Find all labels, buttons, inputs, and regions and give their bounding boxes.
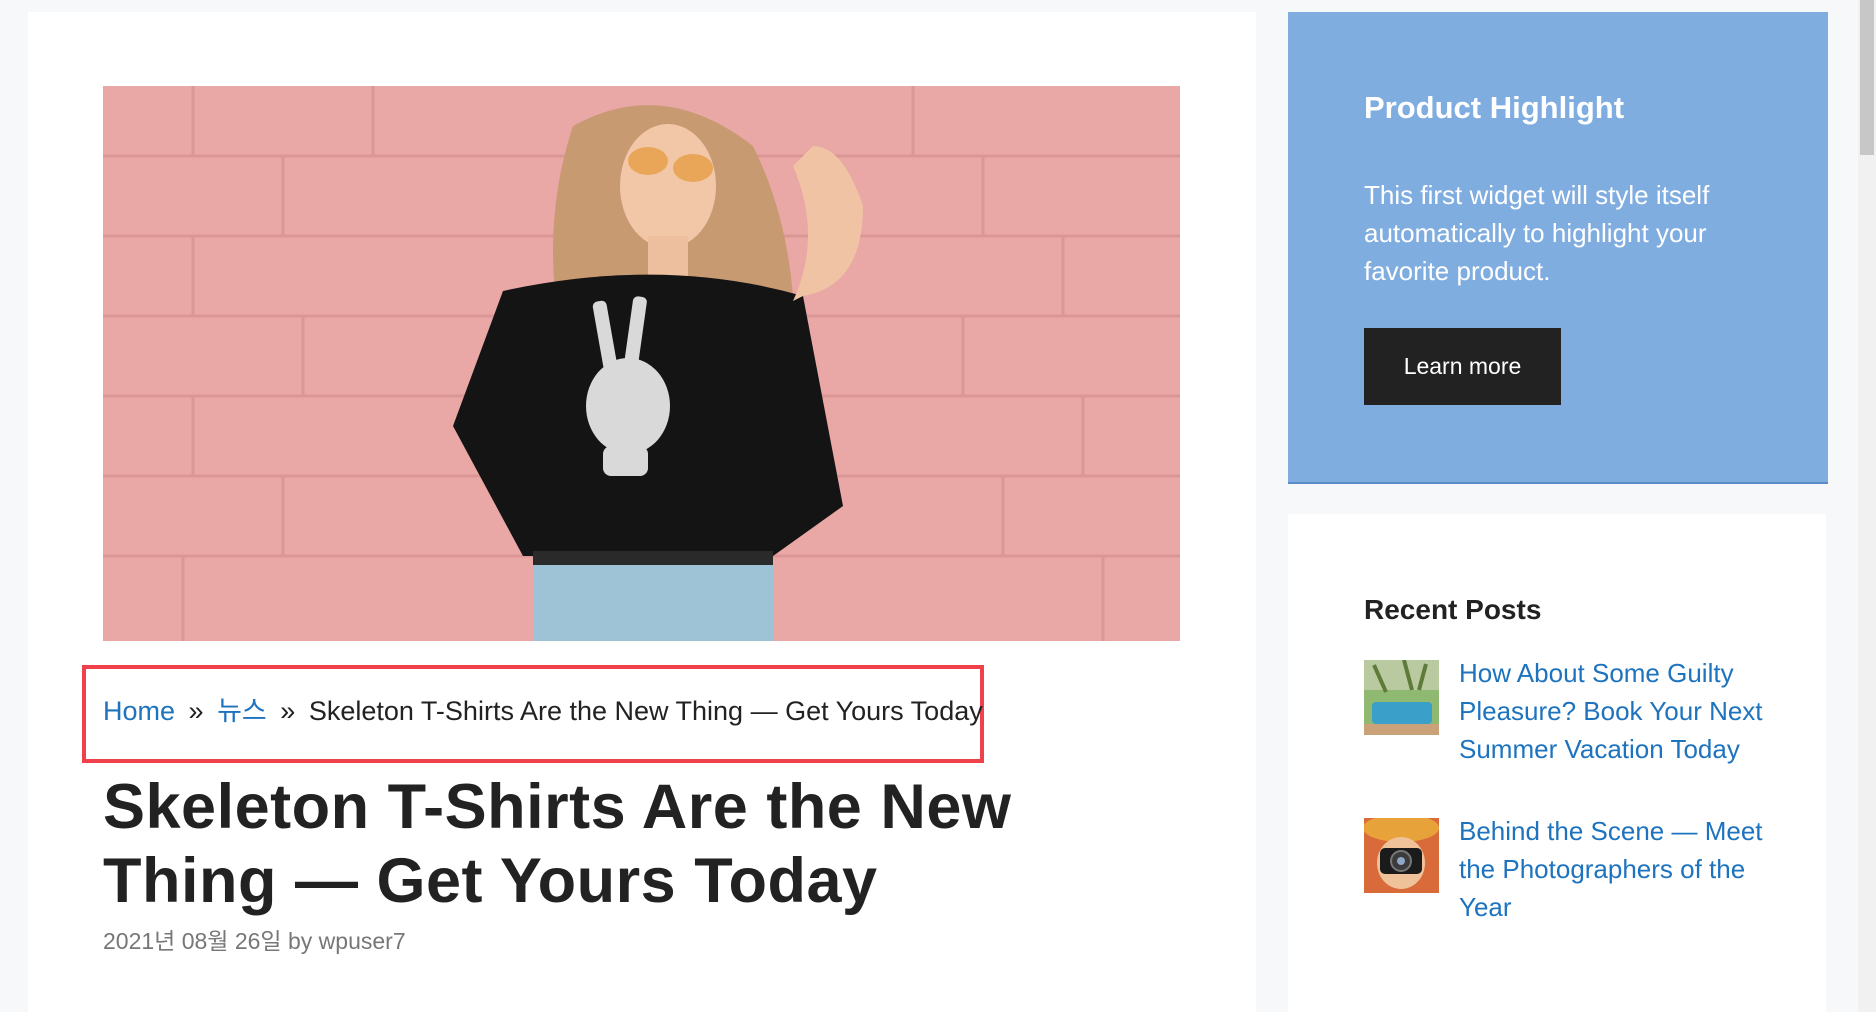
pool-photo-icon[interactable] <box>1364 660 1439 735</box>
post-meta: 2021년 08월 26일 by wpuser7 <box>103 922 406 956</box>
page: Home » 뉴스 » Skeleton T-Shirts Are the Ne… <box>0 0 1876 1012</box>
breadcrumb-category-link[interactable]: 뉴스 <box>217 696 267 726</box>
product-highlight-widget: Product Highlight This first widget will… <box>1288 12 1828 484</box>
widget-title: Recent Posts <box>1364 594 1542 625</box>
recent-posts-widget: Recent Posts How About Some Guilty Pleas… <box>1288 514 1826 1012</box>
post-date[interactable]: 2021년 08월 26일 <box>103 928 282 954</box>
breadcrumb: Home » 뉴스 » Skeleton T-Shirts Are the Ne… <box>103 691 983 731</box>
breadcrumb-separator: » <box>188 696 204 726</box>
photographer-photo-icon[interactable] <box>1364 818 1439 893</box>
recent-post-item: How About Some Guilty Pleasure? Book You… <box>1364 654 1784 768</box>
recent-post-link[interactable]: How About Some Guilty Pleasure? Book You… <box>1459 658 1763 764</box>
featured-image <box>103 86 1180 641</box>
scrollbar-thumb[interactable] <box>1860 0 1874 155</box>
learn-more-button[interactable]: Learn more <box>1364 328 1561 405</box>
post-by: by <box>287 928 313 954</box>
breadcrumb-separator: » <box>280 696 296 726</box>
breadcrumb-home-link[interactable]: Home <box>103 696 175 726</box>
featured-photo-icon <box>103 86 1180 641</box>
page-scrollbar[interactable] <box>1858 0 1876 1012</box>
widget-text: This first widget will style itself auto… <box>1364 180 1710 286</box>
post-author-link[interactable]: wpuser7 <box>319 928 406 954</box>
widget-title: Product Highlight <box>1364 90 1625 125</box>
recent-post-link[interactable]: Behind the Scene — Meet the Photographer… <box>1459 816 1763 922</box>
breadcrumb-current: Skeleton T-Shirts Are the New Thing — Ge… <box>308 696 983 726</box>
recent-post-item: Behind the Scene — Meet the Photographer… <box>1364 812 1784 926</box>
post-title: Skeleton T-Shirts Are the New Thing — Ge… <box>103 772 1012 916</box>
